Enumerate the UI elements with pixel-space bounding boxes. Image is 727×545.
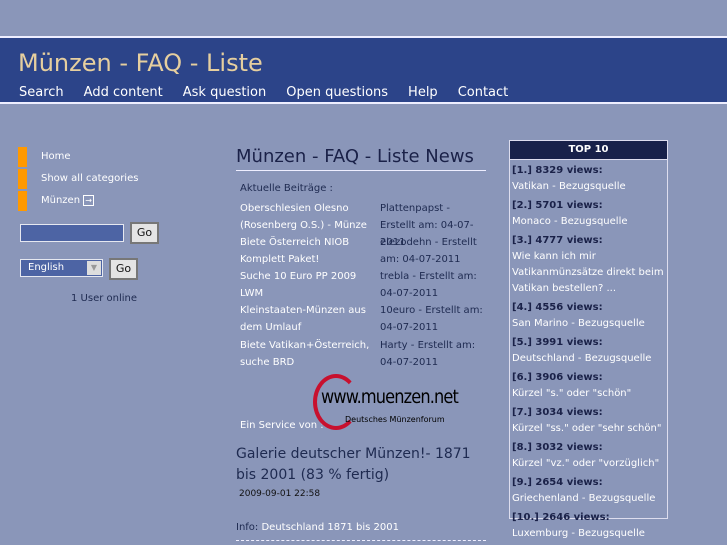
page-title: Münzen - FAQ - Liste News	[236, 146, 474, 167]
top10-question-link[interactable]: Wie kann ich mir Vatikanmünzsätze direkt…	[512, 249, 665, 297]
news-heading: Münzen - FAQ - Liste News	[236, 146, 486, 171]
news-title: Galerie deutscher Münzen!- 1871 bis 2001…	[236, 446, 471, 483]
post-row: Biete Vatikan+Österreich, suche BRD Harty…	[240, 337, 485, 371]
top10-rank: [5.] 3991 views:	[512, 337, 603, 348]
top10-list: [1.] 8329 views: Vatikan - Bezugsquelle [2…	[510, 163, 667, 542]
top10-item: [3.] 4777 views: Wie kann ich mir Vatikan…	[512, 233, 665, 297]
nav-contact[interactable]: Contact	[458, 85, 509, 100]
post-link[interactable]: Suche 10 Euro PP 2009 LWM	[240, 268, 380, 302]
top10-rank: [3.] 4777 views:	[512, 235, 603, 246]
main-nav: Search Add content Ask question Open que…	[19, 85, 508, 100]
nav-open-questions[interactable]: Open questions	[286, 85, 388, 100]
language-go-button[interactable]: Go	[109, 258, 138, 280]
top10-question-link[interactable]: Kürzel "ss." oder "sehr schön"	[512, 421, 665, 437]
logo-subtitle: Deutsches Münzenforum	[345, 415, 445, 424]
top10-rank: [10.] 2646 views:	[512, 512, 610, 523]
top10-question-link[interactable]: Luxemburg - Bezugsquelle	[512, 526, 665, 542]
nav-ask-question[interactable]: Ask question	[183, 85, 267, 100]
info-label: Info:	[236, 522, 259, 533]
top10-item: [9.] 2654 views: Griechenland - Bezugsque…	[512, 475, 665, 507]
top10-rank: [2.] 5701 views:	[512, 200, 603, 211]
post-row: Suche 10 Euro PP 2009 LWM trebla - Erstel…	[240, 268, 485, 302]
sidebar-item-muenzen[interactable]: Münzen →	[41, 195, 94, 206]
post-link[interactable]: Kleinstaaten-Münzen aus dem Umlauf	[240, 302, 380, 337]
top10-box: TOP 10 [1.] 8329 views: Vatikan - Bezugsq…	[509, 140, 668, 539]
search-go-button[interactable]: Go	[130, 222, 159, 244]
top10-question-link[interactable]: Kürzel "s." oder "schön"	[512, 386, 665, 402]
post-meta: 10euro - Erstellt am: 04-07-2011	[380, 305, 483, 333]
post-link[interactable]: Oberschlesien Olesno (Rosenberg O.S.) - …	[240, 200, 380, 234]
top10-item: [2.] 5701 views: Monaco - Bezugsquelle	[512, 198, 665, 230]
recent-label: Aktuelle Beiträge :	[240, 183, 333, 194]
top10-rank: [1.] 8329 views:	[512, 165, 603, 176]
top10-item: [1.] 8329 views: Vatikan - Bezugsquelle	[512, 163, 665, 195]
post-meta: trebla - Erstellt am: 04-07-2011	[380, 271, 477, 299]
top10-question-link[interactable]: Deutschland - Bezugsquelle	[512, 351, 665, 367]
nav-search[interactable]: Search	[19, 85, 64, 100]
post-row: Oberschlesien Olesno (Rosenberg O.S.) - …	[240, 200, 485, 248]
top10-item: [5.] 3991 views: Deutschland - Bezugsquel…	[512, 335, 665, 367]
users-online: 1 User online	[71, 293, 138, 304]
post-link[interactable]: Biete Vatikan+Österreich, suche BRD	[240, 337, 380, 371]
bullet-marker	[18, 147, 27, 167]
post-row: Kleinstaaten-Münzen aus dem Umlauf 10euro…	[240, 302, 485, 337]
post-row: Biete Österreich NIOB Komplett Paket! ele…	[240, 234, 485, 268]
sidebar-item-home[interactable]: Home	[41, 151, 71, 162]
top10-rank: [6.] 3906 views:	[512, 372, 603, 383]
language-value: English	[28, 262, 65, 273]
bullet-marker	[18, 191, 27, 211]
top10-rank: [7.] 3034 views:	[512, 407, 603, 418]
top10-rank: [4.] 4556 views:	[512, 302, 603, 313]
top10-item: [8.] 3032 views: Kürzel "vz." oder "vorzü…	[512, 440, 665, 472]
chevron-down-icon: ▼	[87, 261, 101, 275]
header: Münzen - FAQ - Liste Search Add content …	[0, 36, 727, 104]
nav-help[interactable]: Help	[408, 85, 438, 100]
site-title: Münzen - FAQ - Liste	[18, 49, 263, 77]
top10-question-link[interactable]: Griechenland - Bezugsquelle	[512, 491, 665, 507]
arrow-right-icon: →	[83, 195, 94, 206]
muenzen-net-logo[interactable]: www.muenzen.net Deutsches Münzenforum	[313, 374, 459, 430]
top10-item: [7.] 3034 views: Kürzel "ss." oder "sehr …	[512, 405, 665, 437]
post-meta: elezodehn - Erstellt am: 04-07-2011	[380, 237, 477, 265]
post-meta: Plattenpapst - Erstellt am: 04-07-2011	[380, 203, 474, 248]
post-meta: Harty - Erstellt am: 04-07-2011	[380, 340, 476, 368]
top10-rank: [8.] 3032 views:	[512, 442, 603, 453]
sidebar-item-label: Münzen	[41, 195, 81, 206]
logo-text: www.muenzen.net	[321, 386, 459, 408]
divider	[236, 540, 486, 541]
sidebar-item-categories[interactable]: Show all categories	[41, 173, 138, 184]
bullet-marker	[18, 169, 27, 189]
top10-title: TOP 10	[510, 141, 667, 160]
top10-item: [4.] 4556 views: San Marino - Bezugsquell…	[512, 300, 665, 332]
top10-rank: [9.] 2654 views:	[512, 477, 603, 488]
service-label: Ein Service von :	[240, 420, 324, 431]
top10-question-link[interactable]: Monaco - Bezugsquelle	[512, 214, 665, 230]
top10-question-link[interactable]: San Marino - Bezugsquelle	[512, 316, 665, 332]
language-select[interactable]: English ▼	[20, 259, 103, 277]
top10-item: [10.] 2646 views: Luxemburg - Bezugsquell…	[512, 510, 665, 542]
info-link[interactable]: Deutschland 1871 bis 2001	[261, 522, 399, 533]
nav-add-content[interactable]: Add content	[84, 85, 163, 100]
top10-question-link[interactable]: Vatikan - Bezugsquelle	[512, 179, 665, 195]
recent-posts: Oberschlesien Olesno (Rosenberg O.S.) - …	[240, 200, 485, 371]
search-input[interactable]	[20, 224, 124, 242]
news-date: 2009-09-01 22:58	[239, 489, 321, 499]
news-info: Info: Deutschland 1871 bis 2001	[236, 519, 399, 536]
top10-question-link[interactable]: Kürzel "vz." oder "vorzüglich"	[512, 456, 665, 472]
post-link[interactable]: Biete Österreich NIOB Komplett Paket!	[240, 234, 380, 268]
top10-item: [6.] 3906 views: Kürzel "s." oder "schön"	[512, 370, 665, 402]
